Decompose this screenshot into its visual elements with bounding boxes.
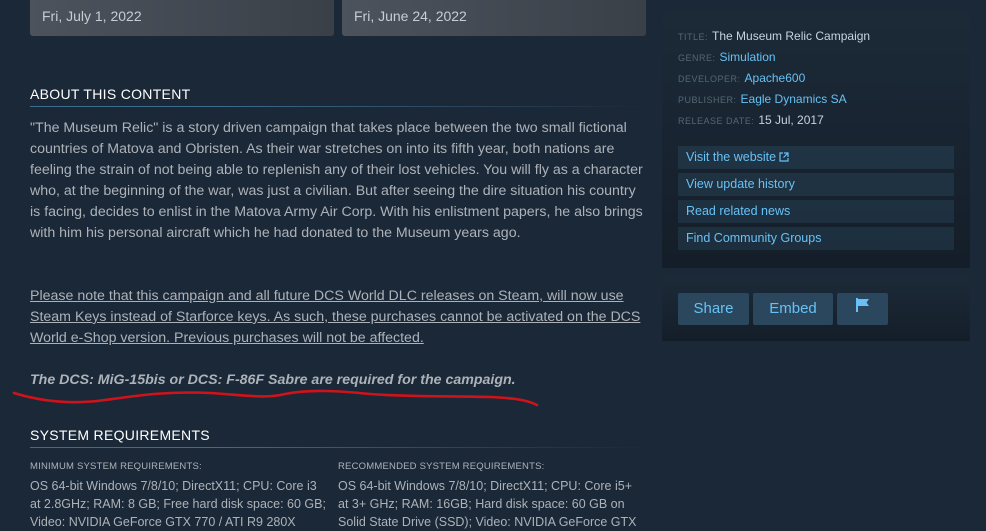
minimum-requirements-text: OS 64-bit Windows 7/8/10; DirectX11; CPU…: [30, 479, 326, 529]
recommended-requirements-title: RECOMMENDED SYSTEM REQUIREMENTS:: [338, 461, 545, 472]
news-card-1[interactable]: Fri, July 1, 2022: [30, 0, 334, 36]
community-groups-label: Find Community Groups: [686, 231, 822, 245]
title-label: TITLE:: [678, 32, 709, 42]
release-label: RELEASE DATE:: [678, 116, 755, 126]
news-card-date: Fri, July 1, 2022: [42, 8, 142, 24]
developer-row: DEVELOPER: Apache600: [678, 71, 805, 85]
update-history-label: View update history: [686, 177, 795, 191]
steam-keys-notice: Please note that this campaign and all f…: [30, 288, 641, 346]
publisher-row: PUBLISHER: Eagle Dynamics SA: [678, 92, 847, 106]
genre-row: GENRE: Simulation: [678, 50, 776, 64]
developer-label: DEVELOPER:: [678, 74, 741, 84]
about-heading: ABOUT THIS CONTENT: [30, 86, 646, 107]
community-groups-button[interactable]: Find Community Groups: [678, 227, 954, 250]
minimum-requirements: MINIMUM SYSTEM REQUIREMENTS: OS 64-bit W…: [30, 461, 330, 531]
recommended-requirements-text: OS 64-bit Windows 7/8/10; DirectX11; CPU…: [338, 479, 637, 529]
news-card-date: Fri, June 24, 2022: [354, 8, 467, 24]
title-row: TITLE: The Museum Relic Campaign: [678, 29, 870, 43]
news-card-2[interactable]: Fri, June 24, 2022: [342, 0, 646, 36]
embed-button[interactable]: Embed: [753, 293, 833, 325]
update-history-button[interactable]: View update history: [678, 173, 954, 196]
publisher-link[interactable]: Eagle Dynamics SA: [741, 92, 847, 106]
visit-website-label: Visit the website: [686, 150, 777, 164]
sysreq-heading: SYSTEM REQUIREMENTS: [30, 427, 646, 448]
share-button[interactable]: Share: [678, 293, 749, 325]
related-news-button[interactable]: Read related news: [678, 200, 954, 223]
genre-link[interactable]: Simulation: [720, 50, 776, 64]
title-value: The Museum Relic Campaign: [712, 29, 871, 43]
visit-website-button[interactable]: Visit the website: [678, 146, 954, 169]
details-panel: TITLE: The Museum Relic Campaign GENRE: Si…: [662, 10, 970, 268]
minimum-requirements-title: MINIMUM SYSTEM REQUIREMENTS:: [30, 461, 202, 472]
about-description: "The Museum Relic" is a story driven cam…: [30, 120, 643, 241]
share-panel: Share Embed: [662, 277, 970, 341]
report-button[interactable]: [837, 293, 888, 325]
external-link-icon: [779, 151, 789, 165]
release-row: RELEASE DATE: 15 Jul, 2017: [678, 113, 824, 127]
genre-label: GENRE:: [678, 53, 716, 63]
flag-icon: [855, 293, 871, 325]
release-value: 15 Jul, 2017: [758, 113, 824, 127]
red-underline-annotation: [12, 389, 539, 407]
publisher-label: PUBLISHER:: [678, 95, 737, 105]
developer-link[interactable]: Apache600: [745, 71, 806, 85]
related-news-label: Read related news: [686, 204, 791, 218]
recommended-requirements: RECOMMENDED SYSTEM REQUIREMENTS: OS 64-b…: [338, 461, 638, 531]
